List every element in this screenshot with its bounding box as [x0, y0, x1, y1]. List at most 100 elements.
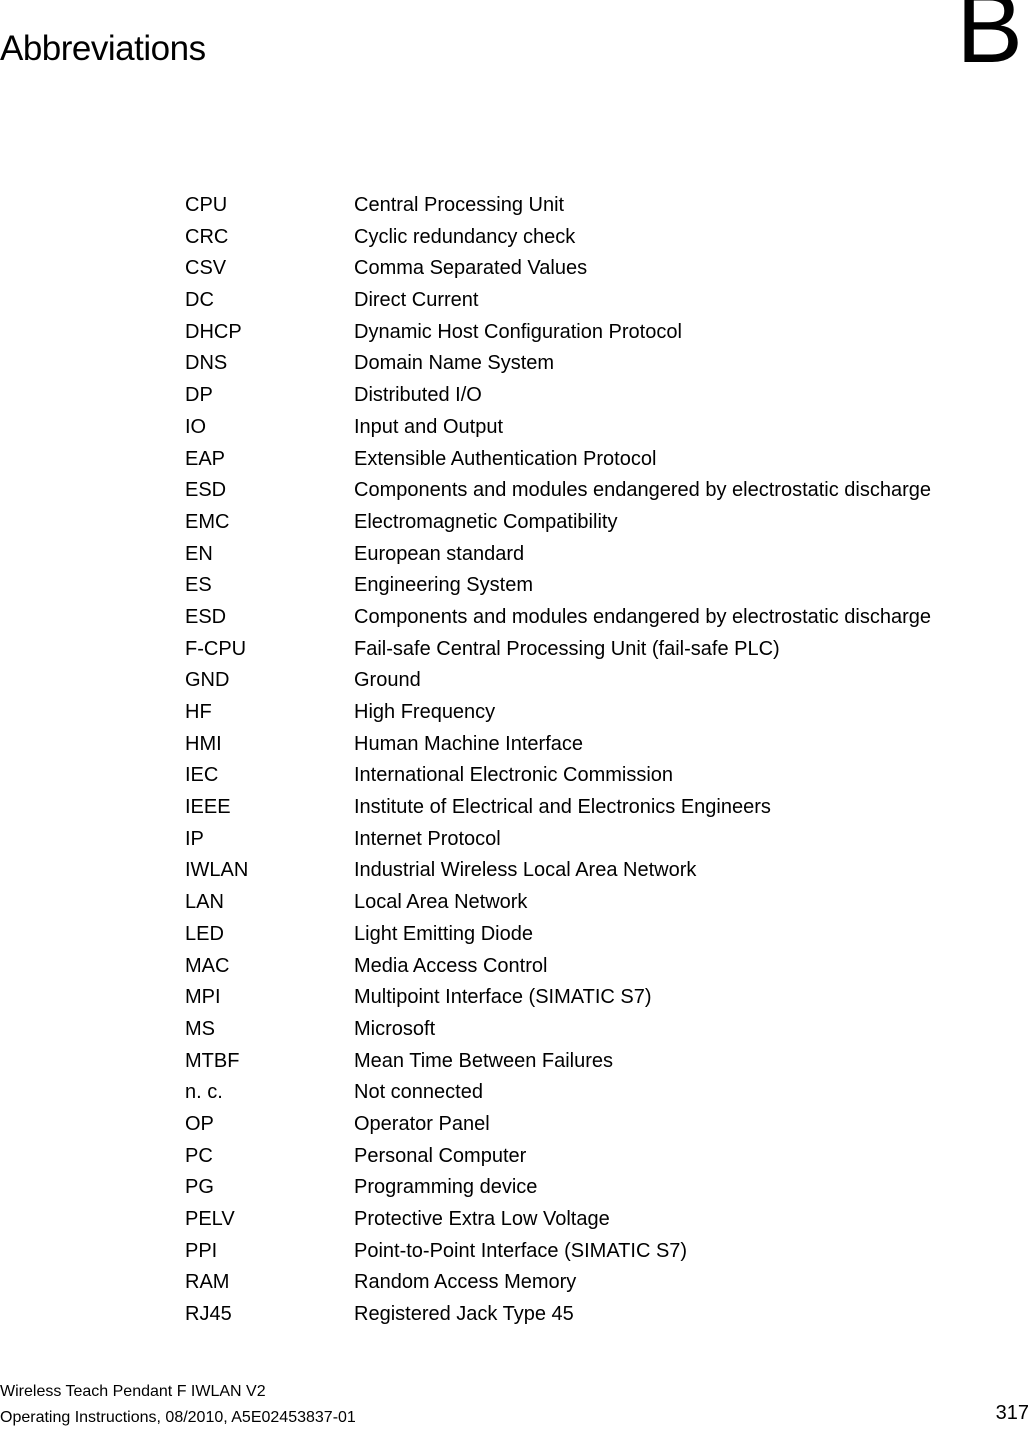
- abbreviation-term: CRC: [185, 225, 229, 248]
- abbreviation-row: ESD Components and modules endangered by …: [185, 603, 931, 635]
- footer-product-name: Wireless Teach Pendant F IWLAN V2: [0, 1383, 266, 1400]
- abbreviation-definition: Ground: [354, 669, 421, 692]
- abbreviation-row: RJ45 Registered Jack Type 45: [185, 1300, 931, 1332]
- abbreviation-row: DNS Domain Name System: [185, 349, 931, 381]
- abbreviation-definition: Operator Panel: [354, 1112, 490, 1135]
- abbreviation-definition: Components and modules endangered by ele…: [354, 479, 932, 502]
- abbreviation-term: DNS: [185, 352, 228, 375]
- abbreviation-row: DC Direct Current: [185, 286, 931, 318]
- abbreviation-term: HF: [185, 701, 212, 723]
- abbreviation-term: PELV: [185, 1208, 235, 1230]
- abbreviation-row: PG Programming device: [185, 1173, 931, 1205]
- abbreviation-definition: Components and modules endangered by ele…: [354, 605, 932, 628]
- abbreviation-row: IEC International Electronic Commission: [185, 761, 931, 793]
- footer: Wireless Teach Pendant F IWLAN V2 Operat…: [0, 1381, 356, 1433]
- abbreviation-list: CPU Central Processing Unit CRC Cyclic redu…: [185, 191, 931, 1332]
- abbreviation-row: LED Light Emitting Diode: [185, 920, 931, 952]
- abbreviation-row: ESD Components and modules endangered by …: [185, 476, 931, 508]
- abbreviation-term: DC: [185, 289, 214, 312]
- abbreviation-term: PC: [185, 1144, 213, 1167]
- abbreviation-term: GND: [185, 669, 230, 692]
- abbreviation-definition: Input and Output: [354, 415, 504, 438]
- abbreviation-term: ESD: [185, 605, 227, 628]
- abbreviation-definition: Protective Extra Low Voltage: [354, 1208, 610, 1230]
- abbreviation-definition: Cyclic redundancy check: [354, 225, 576, 248]
- abbreviation-definition: Dynamic Host Configuration Protocol: [354, 320, 682, 343]
- abbreviation-term: ES: [185, 574, 212, 597]
- footer-document-info: Operating Instructions, 08/2010, A5E0245…: [0, 1409, 356, 1426]
- abbreviation-definition: Domain Name System: [354, 352, 555, 375]
- abbreviation-term: MTBF: [185, 1049, 240, 1072]
- abbreviation-definition: Personal Computer: [354, 1144, 527, 1167]
- page-title: Abbreviations: [0, 29, 206, 68]
- abbreviation-definition: Industrial Wireless Local Area Network: [354, 859, 697, 882]
- abbreviation-definition: International Electronic Commission: [354, 764, 674, 787]
- abbreviation-definition: Central Processing Unit: [354, 194, 565, 216]
- abbreviation-row: EN European standard: [185, 540, 931, 572]
- abbreviation-definition: Point-to-Point Interface (SIMATIC S7): [354, 1239, 688, 1262]
- abbreviation-definition: Random Access Memory: [354, 1271, 577, 1294]
- abbreviation-term: IEC: [185, 764, 219, 787]
- abbreviation-term: MPI: [185, 986, 221, 1009]
- abbreviation-definition: Programming device: [354, 1176, 538, 1199]
- abbreviation-row: PELV Protective Extra Low Voltage: [185, 1205, 931, 1237]
- abbreviation-definition: Multipoint Interface (SIMATIC S7): [354, 986, 652, 1009]
- abbreviation-definition: European standard: [354, 542, 525, 565]
- abbreviation-term: ESD: [185, 479, 227, 502]
- abbreviation-row: MPI Multipoint Interface (SIMATIC S7): [185, 983, 931, 1015]
- abbreviation-term: EAP: [185, 447, 226, 470]
- abbreviation-term: EN: [185, 542, 213, 565]
- abbreviation-term: RJ45: [185, 1303, 232, 1326]
- abbreviation-term: EMC: [185, 510, 230, 533]
- abbreviation-term: F-CPU: [185, 637, 247, 660]
- abbreviation-term: IWLAN: [185, 859, 249, 882]
- abbreviation-row: DP Distributed I/O: [185, 381, 931, 413]
- abbreviation-term: n. c.: [185, 1081, 223, 1104]
- abbreviation-row: HMI Human Machine Interface: [185, 730, 931, 762]
- abbreviation-definition: Media Access Control: [354, 954, 548, 977]
- abbreviation-definition: Local Area Network: [354, 891, 528, 914]
- abbreviation-term: PPI: [185, 1239, 218, 1262]
- abbreviation-row: PPI Point-to-Point Interface (SIMATIC S7): [185, 1237, 931, 1269]
- abbreviation-row: CSV Comma Separated Values: [185, 254, 931, 286]
- abbreviation-definition: Direct Current: [354, 289, 479, 312]
- abbreviation-row: n. c. Not connected: [185, 1078, 931, 1110]
- abbreviation-term: CPU: [185, 194, 228, 216]
- abbreviation-row: OP Operator Panel: [185, 1110, 931, 1142]
- abbreviation-row: GND Ground: [185, 666, 931, 698]
- abbreviation-definition: Fail-safe Central Processing Unit (fail-…: [354, 637, 780, 660]
- abbreviation-term: LAN: [185, 891, 224, 914]
- abbreviation-definition: Microsoft: [354, 1017, 436, 1040]
- abbreviation-definition: Mean Time Between Failures: [354, 1049, 614, 1072]
- abbreviation-row: PC Personal Computer: [185, 1142, 931, 1174]
- chapter-letter: B: [956, 0, 1023, 84]
- abbreviation-definition: Electromagnetic Compatibility: [354, 510, 618, 533]
- abbreviation-definition: Not connected: [354, 1081, 483, 1104]
- abbreviation-row: MS Microsoft: [185, 1015, 931, 1047]
- page-number: 317: [995, 1402, 1029, 1424]
- abbreviation-term: LED: [185, 922, 224, 945]
- abbreviation-row: ES Engineering System: [185, 571, 931, 603]
- abbreviation-definition: Light Emitting Diode: [354, 922, 533, 945]
- abbreviation-definition: Registered Jack Type 45: [354, 1303, 574, 1326]
- abbreviation-definition: Engineering System: [354, 574, 533, 597]
- abbreviation-term: DP: [185, 384, 213, 407]
- abbreviation-definition: Comma Separated Values: [354, 257, 588, 280]
- abbreviation-row: RAM Random Access Memory: [185, 1268, 931, 1300]
- abbreviation-row: IP Internet Protocol: [185, 825, 931, 857]
- abbreviation-row: IO Input and Output: [185, 413, 931, 445]
- abbreviation-term: IP: [185, 827, 204, 850]
- abbreviation-term: MAC: [185, 954, 230, 977]
- abbreviation-definition: Institute of Electrical and Electronics …: [354, 796, 771, 819]
- abbreviation-row: MAC Media Access Control: [185, 952, 931, 984]
- abbreviation-row: F-CPU Fail-safe Central Processing Unit (…: [185, 635, 931, 667]
- abbreviation-row: IEEE Institute of Electrical and Electron…: [185, 793, 931, 825]
- abbreviation-row: DHCP Dynamic Host Configuration Protocol: [185, 318, 931, 350]
- abbreviation-row: IWLAN Industrial Wireless Local Area Netw…: [185, 856, 931, 888]
- abbreviation-term: PG: [185, 1176, 214, 1199]
- abbreviation-definition: Human Machine Interface: [354, 732, 584, 755]
- abbreviation-row: EMC Electromagnetic Compatibility: [185, 508, 931, 540]
- abbreviation-term: HMI: [185, 732, 222, 755]
- abbreviation-term: DHCP: [185, 320, 242, 343]
- abbreviation-term: OP: [185, 1112, 214, 1135]
